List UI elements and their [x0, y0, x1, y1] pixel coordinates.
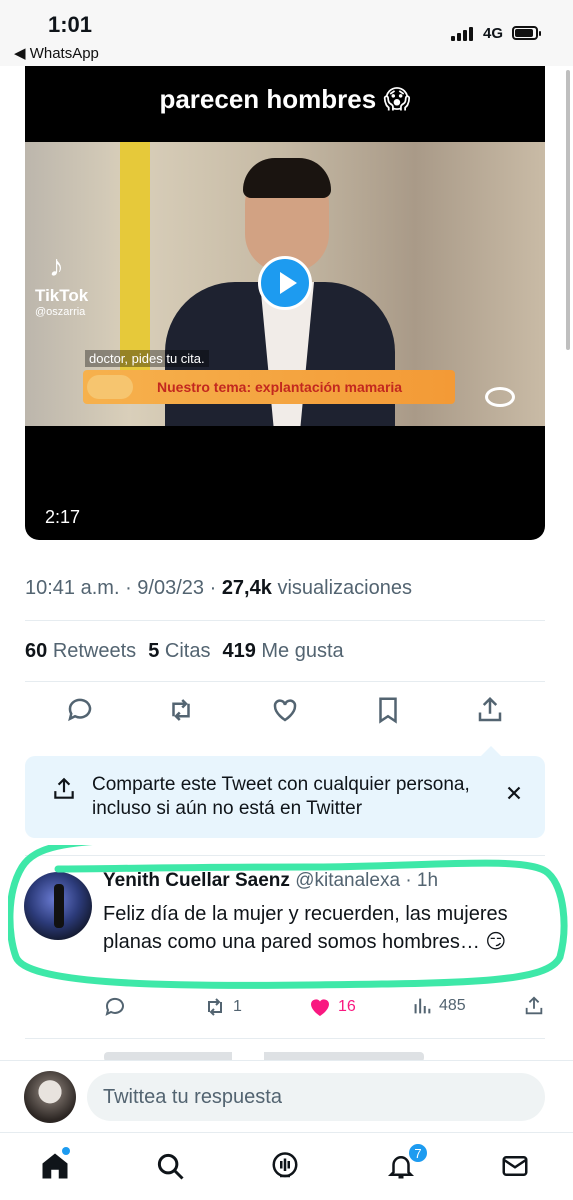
network-type: 4G: [483, 25, 504, 42]
reply-views-button[interactable]: 485: [411, 995, 466, 1017]
quotes-stat[interactable]: 5 Citas: [148, 640, 210, 663]
back-to-whatsapp-link[interactable]: ◀ WhatsApp: [14, 44, 99, 62]
reply-like-button[interactable]: 16: [308, 995, 356, 1019]
reply-input[interactable]: Twittea tu respuesta: [87, 1073, 545, 1121]
bottom-tab-bar: 7: [0, 1132, 573, 1200]
reply-icon: [105, 997, 124, 1016]
reply-compose-bar: Twittea tu respuesta: [0, 1060, 573, 1132]
divider: [25, 855, 545, 856]
video-banner: Nuestro tema: explantación mamaria: [83, 370, 455, 404]
reply-author-handle[interactable]: @kitanalexa: [295, 870, 400, 891]
reply-retweet-count: 1: [233, 998, 242, 1015]
share-icon: [525, 996, 543, 1015]
tweet-time: 10:41 a.m.: [25, 577, 120, 599]
notifications-badge: 7: [408, 1143, 428, 1163]
share-icon: [54, 777, 74, 799]
spaces-icon[interactable]: [270, 1151, 300, 1181]
divider: [25, 620, 545, 621]
retweet-icon[interactable]: [166, 695, 196, 725]
share-prompt-card: Comparte este Tweet con cualquier person…: [25, 746, 545, 838]
reply-reply-button[interactable]: [103, 995, 127, 1019]
reply-text: Feliz día de la mujer y recuerden, las m…: [103, 903, 508, 953]
reply-like-count: 16: [338, 998, 356, 1015]
tiktok-watermark: ♪ TikTok @oszarria: [35, 250, 89, 319]
views-label: visualizaciones: [277, 577, 412, 599]
tiktok-name: TikTok: [35, 286, 89, 305]
views-chart-icon: [414, 998, 431, 1014]
reply-icon[interactable]: [65, 695, 95, 725]
reply-share-button[interactable]: [523, 995, 545, 1017]
divider: [25, 681, 545, 682]
share-icon[interactable]: [475, 695, 505, 725]
battery-icon: [512, 26, 541, 40]
home-icon[interactable]: [40, 1151, 70, 1181]
reply-retweet-button[interactable]: 1: [203, 995, 242, 1019]
retweet-icon: [208, 998, 222, 1016]
tweet-date: 9/03/23: [137, 577, 205, 599]
status-bar: 1:01 ◀ WhatsApp 4G: [0, 0, 573, 66]
video-subtitle: doctor, pides tu cita.: [85, 350, 209, 367]
background-stripe: [120, 142, 150, 372]
bookmark-icon[interactable]: [373, 695, 403, 725]
video-player[interactable]: parecen hombres 😱 ♪ TikTok @oszarria doc…: [25, 66, 545, 540]
tweet-stats: 60 Retweets 5 Citas 419 Me gusta: [25, 640, 344, 663]
reply-time: · 1h: [405, 870, 439, 891]
reply-actions: 1 16 485: [103, 995, 548, 1021]
avatar[interactable]: [24, 872, 92, 940]
video-duration: 2:17: [45, 507, 81, 527]
play-button[interactable]: [258, 256, 312, 310]
like-icon[interactable]: [270, 695, 300, 725]
video-caption: parecen hombres 😱: [159, 84, 411, 114]
channel-eye-icon: [485, 387, 515, 407]
tweet-meta: 10:41 a.m. · 9/03/23 · 27,4k visualizaci…: [25, 577, 412, 599]
reply-header: Yenith Cuellar Saenz @kitanalexa · 1h: [103, 870, 438, 892]
signal-icon: [451, 27, 473, 41]
tweet-actions: [25, 695, 545, 733]
close-icon[interactable]: [503, 782, 525, 804]
reply-views-count: 485: [439, 997, 466, 1014]
retweets-stat[interactable]: 60 Retweets: [25, 640, 136, 663]
scrollbar[interactable]: [566, 70, 570, 350]
reply-author-name[interactable]: Yenith Cuellar Saenz: [103, 870, 290, 891]
heart-filled-icon: [311, 999, 329, 1016]
home-notification-dot: [62, 1147, 70, 1155]
tiktok-user: @oszarria: [35, 306, 86, 318]
avatar[interactable]: [24, 1071, 76, 1123]
divider: [25, 1038, 545, 1039]
status-time: 1:01: [48, 12, 93, 37]
share-prompt-text: Comparte este Tweet con cualquier person…: [92, 774, 470, 819]
channel-logo-icon: [87, 375, 133, 399]
likes-stat[interactable]: 419 Me gusta: [222, 640, 343, 663]
messages-icon[interactable]: [500, 1151, 530, 1181]
views-count: 27,4k: [221, 577, 272, 599]
tiktok-logo-icon: ♪: [49, 250, 64, 283]
search-icon[interactable]: [155, 1151, 185, 1181]
